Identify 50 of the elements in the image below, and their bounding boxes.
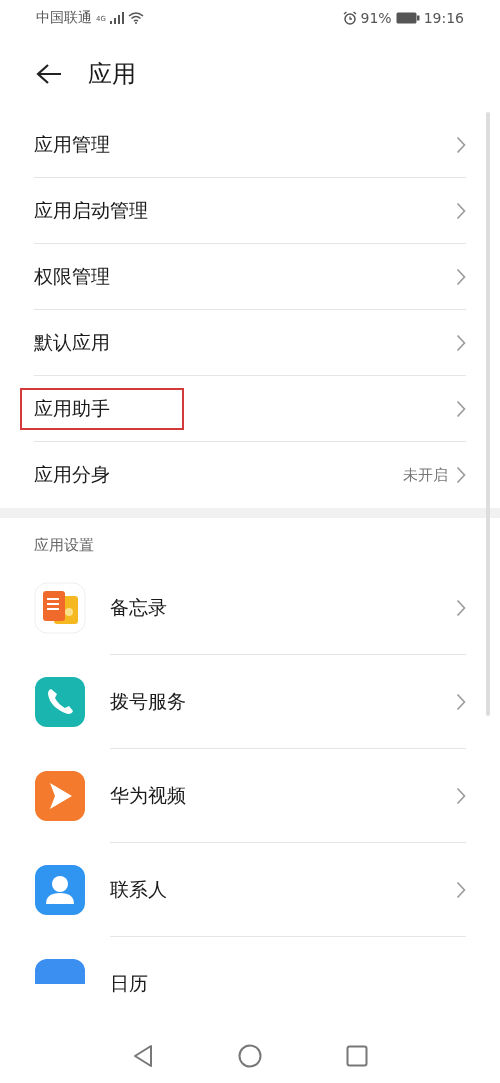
app-item[interactable]: 备忘录 [34,561,466,655]
chevron-icon [456,202,466,220]
recents-nav-icon[interactable] [346,1045,368,1067]
item-label: 权限管理 [34,264,111,289]
chevron-icon [456,400,466,418]
chevron-icon [456,136,466,154]
app-item[interactable]: 日历 [34,937,466,1029]
section-title: 应用设置 [33,535,95,556]
chevron-icon [456,466,466,484]
settings-item[interactable]: 应用启动管理 [20,178,466,244]
battery-percent: 91% [360,10,392,26]
chevron-icon [456,693,466,711]
app-item[interactable]: 拨号服务 [34,655,466,749]
signal-icon [109,12,124,24]
item-label: 应用分身 [34,462,111,487]
phone-app-icon [34,676,86,728]
chevron-icon [456,787,466,805]
chevron-icon [456,599,466,617]
settings-item[interactable]: 应用分身 未开启 [20,442,466,508]
contact-app-icon [34,864,86,916]
carrier-name: 中国联通 [36,9,92,27]
settings-item[interactable]: 应用助手 [20,376,466,442]
item-label: 应用启动管理 [34,198,149,223]
notes-app-icon [34,582,86,634]
clock-time: 19:16 [423,10,464,26]
item-value: 未开启 [403,465,448,485]
app-name: 联系人 [110,877,168,902]
settings-item[interactable]: 默认应用 [20,310,466,376]
app-name: 备忘录 [110,595,168,620]
chevron-icon [456,334,466,352]
home-nav-icon[interactable] [238,1044,262,1068]
play-app-icon [34,770,86,822]
app-name: 日历 [110,971,149,996]
wifi-icon [127,12,144,24]
app-item[interactable]: 华为视频 [34,749,466,843]
item-label: 应用管理 [34,132,111,157]
page-title: 应用 [88,59,136,90]
app-name: 华为视频 [110,783,187,808]
settings-item[interactable]: 应用管理 [20,112,466,178]
settings-item[interactable]: 权限管理 [20,244,466,310]
back-arrow-icon[interactable] [36,63,62,85]
alarm-icon [342,11,357,25]
app-name: 拨号服务 [110,689,187,714]
battery-icon [395,12,420,24]
chevron-icon [456,268,466,286]
chevron-icon [456,881,466,899]
item-label: 应用助手 [20,388,184,430]
app-item[interactable]: 联系人 [34,843,466,937]
back-nav-icon[interactable] [132,1044,154,1068]
item-label: 默认应用 [34,330,111,355]
